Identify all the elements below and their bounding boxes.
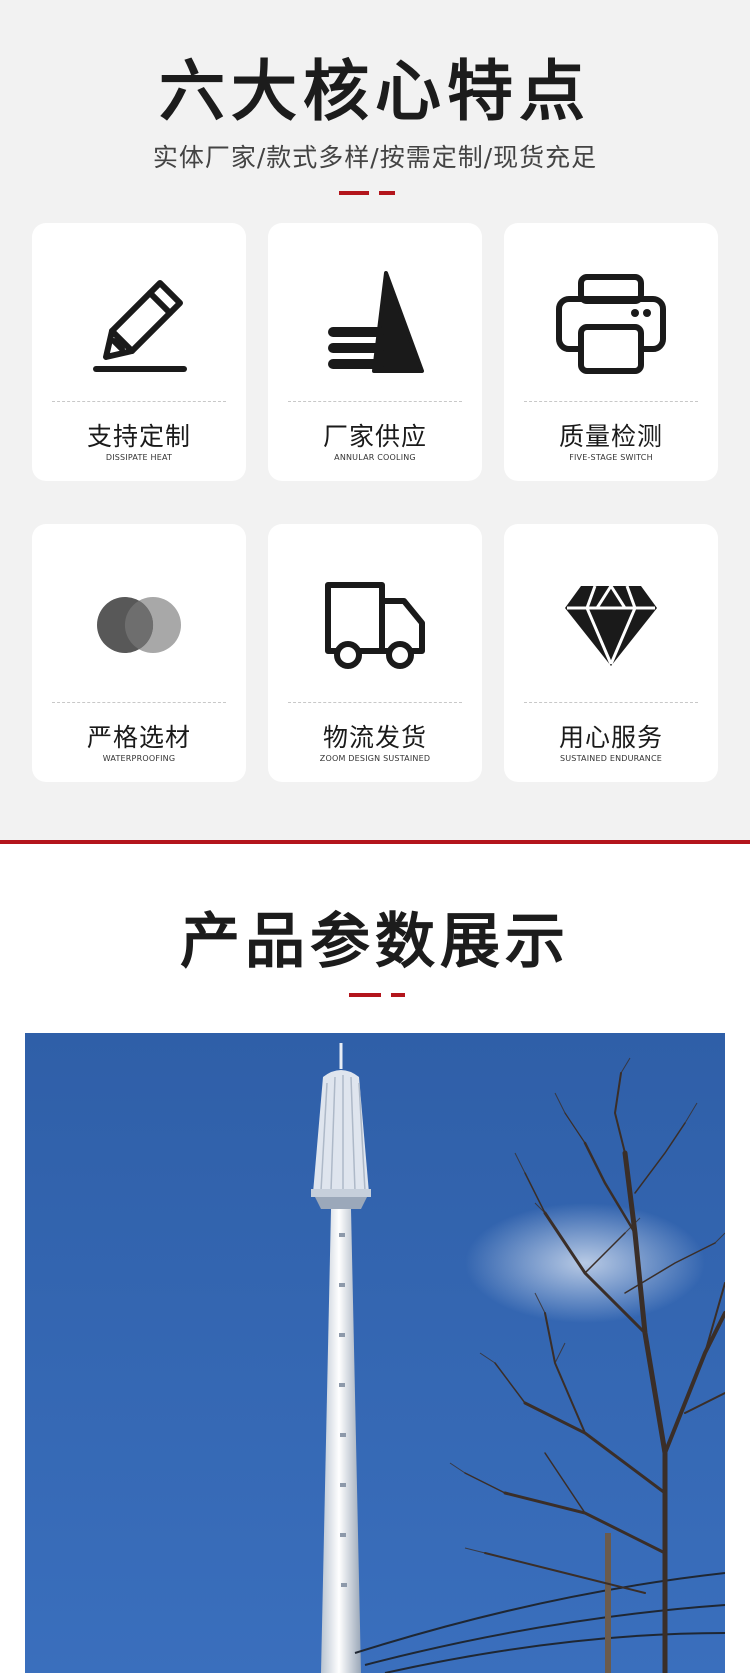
feature-sublabel: DISSIPATE HEAT <box>105 453 173 462</box>
features-title: 六大核心特点 <box>159 53 591 130</box>
feature-sublabel: WATERPROOFING <box>102 754 176 763</box>
feature-card-logistics: 物流发货 ZOOM DESIGN SUSTAINED <box>268 524 482 782</box>
section-divider-rule <box>0 840 750 844</box>
card-separator <box>52 702 226 703</box>
feature-sublabel: ANNULAR COOLING <box>334 453 416 462</box>
communication-tower-photo <box>25 1033 725 1673</box>
feature-card-custom: 支持定制 DISSIPATE HEAT <box>32 223 246 481</box>
card-separator <box>52 401 226 402</box>
diamond-icon <box>565 585 657 666</box>
feature-label: 质量检测 <box>558 422 663 451</box>
feature-label: 严格选材 <box>86 723 191 752</box>
printer-icon <box>556 274 666 374</box>
card-separator <box>288 702 462 703</box>
title-accent-dashes <box>339 191 395 195</box>
features-section: 六大核心特点 实体厂家/款式多样/按需定制/现货充足 支持定制 DISSIPAT… <box>0 0 750 840</box>
card-separator <box>524 702 698 703</box>
feature-sublabel: ZOOM DESIGN SUSTAINED <box>319 754 431 763</box>
title-accent-dashes <box>349 993 405 997</box>
overlap-circles-icon <box>97 597 181 653</box>
feature-card-factory: 厂家供应 ANNULAR COOLING <box>268 223 482 481</box>
feature-sublabel: SUSTAINED ENDURANCE <box>559 754 663 763</box>
card-separator <box>524 401 698 402</box>
feature-label: 用心服务 <box>558 723 663 752</box>
feature-card-materials: 严格选材 WATERPROOFING <box>32 524 246 782</box>
triangle-stack-icon <box>328 271 424 373</box>
pencil-icon <box>93 280 187 372</box>
feature-label: 物流发货 <box>322 723 427 752</box>
product-title: 产品参数展示 <box>180 907 570 977</box>
feature-card-service: 用心服务 SUSTAINED ENDURANCE <box>504 524 718 782</box>
feature-label: 厂家供应 <box>322 422 427 451</box>
features-subtitle: 实体厂家/款式多样/按需定制/现货充足 <box>152 143 598 172</box>
feature-sublabel: FIVE-STAGE SWITCH <box>569 453 653 462</box>
truck-icon <box>325 582 425 669</box>
feature-label: 支持定制 <box>86 422 191 451</box>
feature-card-quality: 质量检测 FIVE-STAGE SWITCH <box>504 223 718 481</box>
card-separator <box>288 401 462 402</box>
